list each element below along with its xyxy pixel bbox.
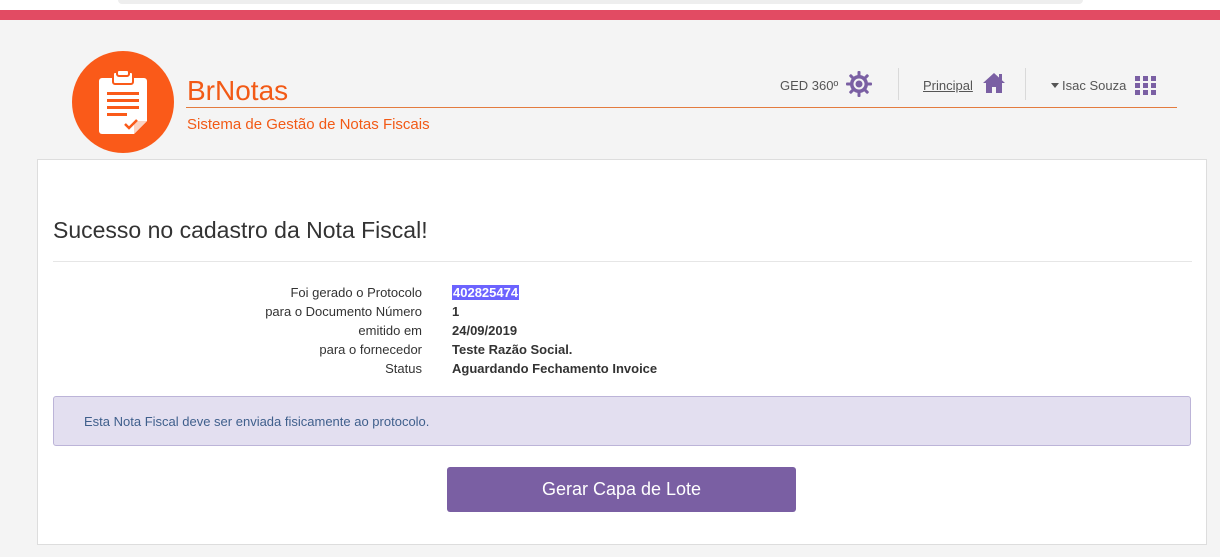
home-icon[interactable] xyxy=(982,71,1006,95)
generate-batch-cover-button[interactable]: Gerar Capa de Lote xyxy=(447,467,796,512)
supplier-label: para o fornecedor xyxy=(319,342,422,357)
success-card: Sucesso no cadastro da Nota Fiscal! Foi … xyxy=(37,159,1207,545)
clipboard-check-icon xyxy=(99,70,147,134)
status-value: Aguardando Fechamento Invoice xyxy=(452,361,658,376)
issue-date-value: 24/09/2019 xyxy=(452,323,518,338)
info-alert: Esta Nota Fiscal deve ser enviada fisica… xyxy=(53,396,1191,446)
page-title: Sucesso no cadastro da Nota Fiscal! xyxy=(53,217,428,243)
brand-title: BrNotas xyxy=(187,75,289,106)
user-name: Isac Souza xyxy=(1062,78,1127,93)
nav-divider xyxy=(1025,68,1026,100)
status-label: Status xyxy=(385,361,422,376)
caret-down-icon xyxy=(1051,83,1059,89)
header-underline xyxy=(186,107,1177,108)
sun-settings-icon[interactable] xyxy=(846,71,872,97)
protocol-number[interactable]: 402825474 xyxy=(452,285,520,300)
issue-date-label: emitido em xyxy=(358,323,422,338)
user-menu-toggle[interactable]: Isac Souza xyxy=(1051,77,1126,95)
browser-chrome-strip xyxy=(0,0,1220,10)
nav-principal-link[interactable]: Principal xyxy=(923,77,973,95)
nav-divider xyxy=(898,68,899,100)
alert-message: Esta Nota Fiscal deve ser enviada fisica… xyxy=(84,414,430,429)
nav-ged-label[interactable]: GED 360º xyxy=(780,77,838,95)
apps-grid-icon[interactable] xyxy=(1135,76,1156,95)
brand-logo[interactable] xyxy=(72,51,174,153)
document-number-label: para o Documento Número xyxy=(265,304,422,319)
details-values: 402825474 1 24/09/2019 Teste Razão Socia… xyxy=(452,283,657,378)
title-divider xyxy=(53,261,1192,262)
brand-subtitle: Sistema de Gestão de Notas Fiscais xyxy=(187,116,430,133)
supplier-value: Teste Razão Social. xyxy=(452,342,573,357)
details-labels: Foi gerado o Protocolo para o Documento … xyxy=(38,283,422,378)
protocol-label: Foi gerado o Protocolo xyxy=(290,285,422,300)
address-bar-edge xyxy=(118,0,1083,4)
document-number-value: 1 xyxy=(452,304,460,319)
top-accent-bar xyxy=(0,10,1220,20)
